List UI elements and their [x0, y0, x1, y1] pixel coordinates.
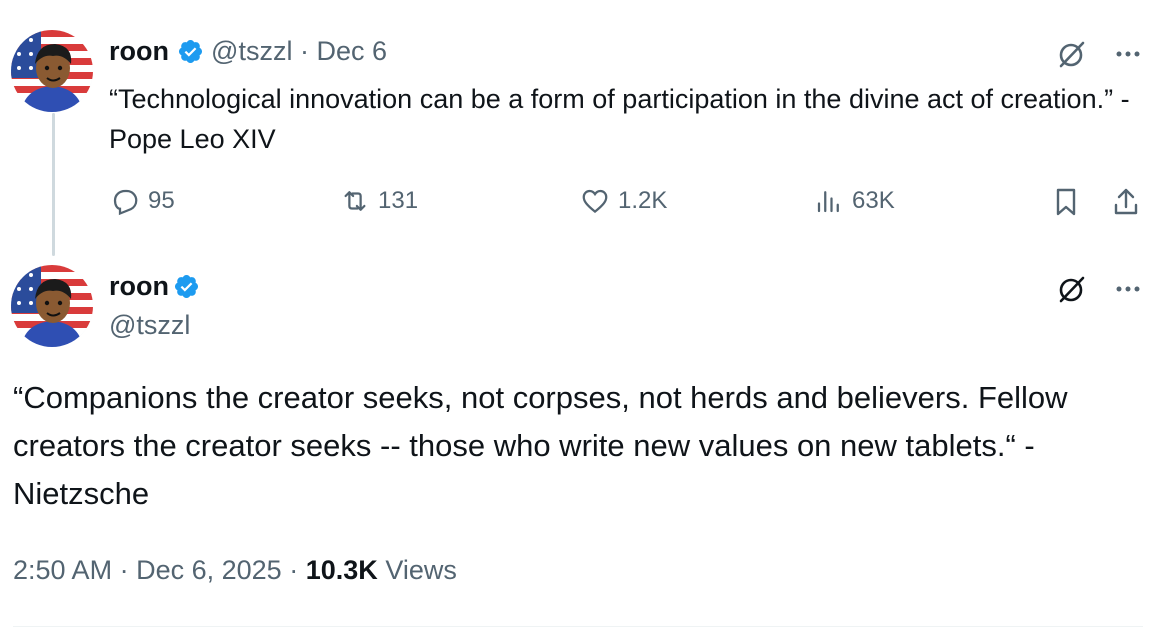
- repost-count: 131: [378, 187, 419, 214]
- grok-icon[interactable]: [1056, 273, 1088, 310]
- repost-button[interactable]: 131: [340, 186, 418, 216]
- more-icon[interactable]: [1112, 38, 1144, 75]
- author-handle[interactable]: @tszzl: [109, 310, 190, 341]
- separator-dot: ·: [119, 555, 129, 585]
- views-count: 63K: [852, 187, 895, 214]
- tweet-full-date[interactable]: Dec 6, 2025: [136, 555, 282, 585]
- separator-dot: ·: [289, 555, 299, 585]
- author-name[interactable]: roon: [109, 271, 169, 301]
- grok-icon[interactable]: [1056, 38, 1088, 75]
- parent-tweet-header: roon @tszzl · Dec 6: [109, 36, 387, 67]
- avatar[interactable]: [11, 265, 93, 347]
- views-button[interactable]: 63K: [814, 186, 895, 216]
- repost-icon: [344, 191, 366, 211]
- share-icon[interactable]: [1110, 186, 1142, 223]
- verified-badge-icon: [177, 38, 204, 65]
- divider: [13, 626, 1143, 627]
- tweet-meta: 2:50 AM · Dec 6, 2025 · 10.3K Views: [13, 555, 457, 586]
- reply-count: 95: [148, 187, 175, 214]
- like-icon: [582, 189, 608, 214]
- reply-icon: [113, 189, 138, 216]
- verified-badge-icon: [173, 273, 200, 300]
- like-button[interactable]: 1.2K: [580, 186, 667, 216]
- author-handle[interactable]: @tszzl: [211, 36, 292, 66]
- avatar[interactable]: [11, 30, 93, 112]
- tweet-time[interactable]: 2:50 AM: [13, 555, 112, 585]
- avatar-image: [11, 265, 93, 347]
- parent-tweet-text: “Technological innovation can be a form …: [109, 84, 1130, 154]
- separator-dot: ·: [299, 36, 309, 66]
- reply-button[interactable]: 95: [110, 186, 175, 216]
- main-tweet-author: roon: [109, 271, 200, 302]
- views-label: Views: [385, 555, 457, 585]
- avatar-image: [11, 30, 93, 112]
- main-tweet-text: “Companions the creator seeks, not corps…: [13, 380, 1068, 511]
- like-count: 1.2K: [618, 187, 668, 214]
- thread-connector-line: [52, 113, 55, 256]
- bookmark-icon[interactable]: [1050, 186, 1082, 223]
- views-total: 10.3K: [305, 555, 378, 585]
- more-icon[interactable]: [1112, 273, 1144, 310]
- tweet-date[interactable]: Dec 6: [316, 36, 387, 66]
- author-name[interactable]: roon: [109, 36, 169, 66]
- views-icon: [817, 191, 839, 213]
